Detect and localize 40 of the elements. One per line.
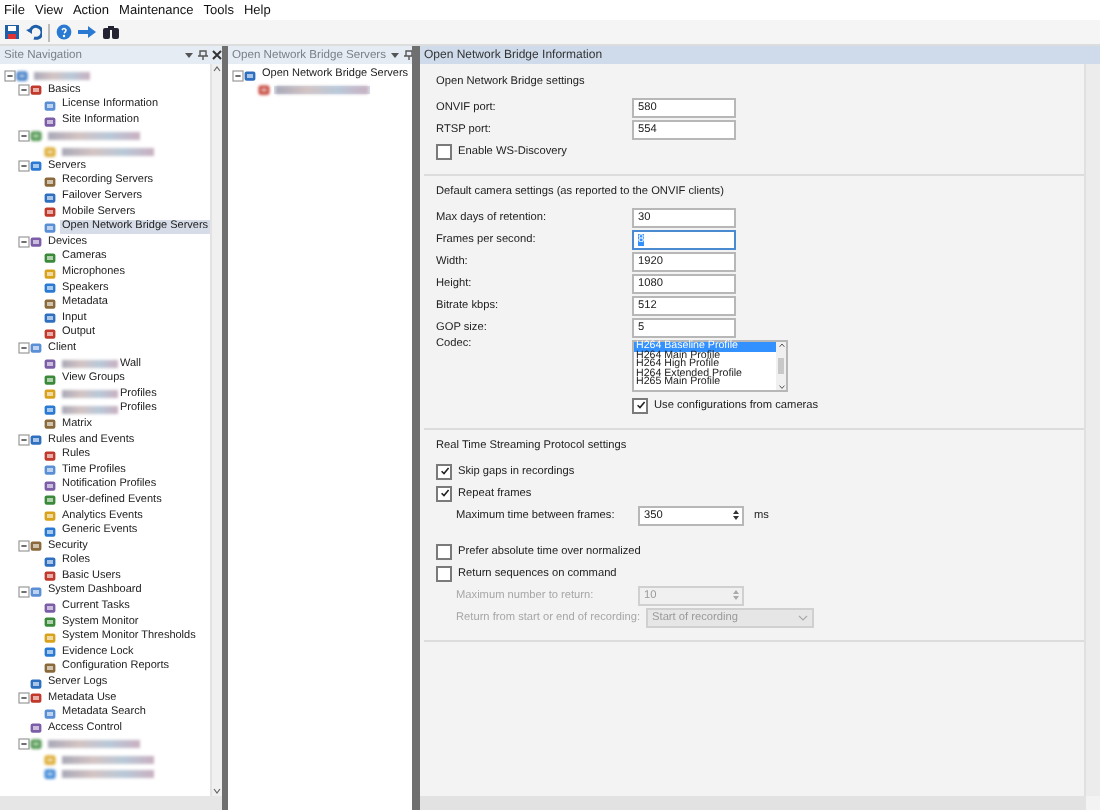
scrollbar[interactable] — [1084, 64, 1100, 796]
expand-toggle[interactable] — [18, 84, 30, 97]
pin-icon[interactable] — [404, 50, 412, 60]
pin-icon[interactable] — [198, 50, 208, 60]
expand-toggle[interactable] — [18, 236, 30, 249]
chevron-up-icon[interactable] — [212, 64, 222, 74]
expand-toggle[interactable] — [18, 737, 30, 750]
spin-arrows-icon[interactable] — [732, 508, 740, 522]
expand-toggle[interactable] — [18, 160, 30, 173]
checkbox[interactable] — [436, 463, 452, 479]
expand-toggle[interactable] — [232, 69, 244, 82]
undo-icon[interactable] — [26, 24, 42, 40]
chevron-down-icon[interactable] — [212, 786, 222, 796]
expand-toggle[interactable] — [18, 692, 30, 705]
checkbox[interactable] — [436, 485, 452, 501]
chevron-up-icon[interactable] — [777, 342, 785, 348]
binoculars-icon[interactable] — [102, 24, 120, 40]
check-icon — [439, 466, 449, 476]
check-icon — [439, 488, 449, 498]
close-icon[interactable] — [212, 50, 222, 60]
expand-toggle[interactable] — [18, 130, 30, 143]
scrollbar[interactable] — [420, 796, 1086, 810]
arrow-icon[interactable] — [78, 24, 96, 40]
help-icon[interactable] — [56, 24, 72, 40]
checkbox[interactable] — [632, 397, 648, 413]
expand-toggle[interactable] — [18, 585, 30, 598]
checkbox[interactable] — [436, 143, 452, 159]
expand-toggle[interactable] — [18, 342, 30, 355]
caret-icon[interactable] — [390, 50, 401, 60]
check-icon — [635, 400, 645, 410]
save-icon[interactable] — [4, 24, 20, 40]
caret-icon[interactable] — [184, 50, 194, 60]
expand-toggle[interactable] — [18, 434, 30, 447]
scrollbar[interactable] — [210, 64, 222, 796]
expand-toggle[interactable] — [18, 540, 30, 553]
checkbox[interactable] — [436, 565, 452, 581]
expand-toggle[interactable] — [4, 69, 16, 82]
scrollbar[interactable] — [0, 796, 222, 810]
checkbox[interactable] — [436, 543, 452, 559]
chevron-down-icon[interactable] — [777, 384, 785, 390]
